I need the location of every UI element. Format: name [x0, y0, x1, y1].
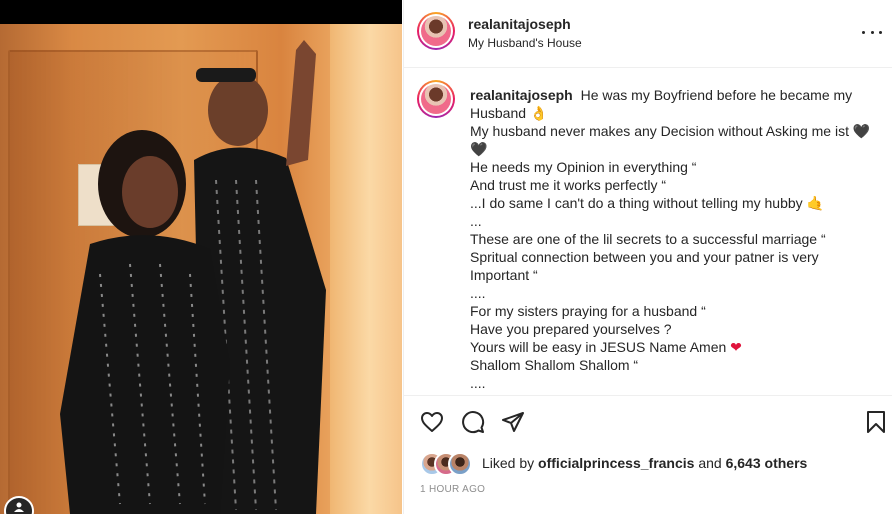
- caption-line: He needs my Opinion in everything “: [470, 159, 697, 175]
- black-heart-emoji-icon: 🖤: [470, 141, 488, 157]
- caption-line: Spritual connection between you and your…: [470, 249, 819, 283]
- post-actions-section: Liked by officialprincess_francis and 6,…: [404, 395, 892, 514]
- liked-by-user-link[interactable]: officialprincess_francis: [538, 455, 694, 471]
- post-details-panel: realanitajoseph My Husband's House reala…: [403, 0, 892, 514]
- bookmark-icon[interactable]: [865, 410, 887, 439]
- caption-username[interactable]: realanitajoseph: [470, 87, 573, 103]
- caption-line: ....: [470, 285, 486, 301]
- caption-line: ...I do same I can't do a thing without …: [470, 195, 824, 211]
- caption-line: For my sisters praying for a husband “: [470, 303, 706, 319]
- caption-line: My husband never makes any Decision with…: [470, 123, 871, 157]
- more-options-icon[interactable]: [862, 26, 882, 38]
- caption-line: Yours will be easy in JESUS Name Amen ❤: [470, 339, 742, 355]
- caption-line: ...: [470, 213, 482, 229]
- avatar: [448, 452, 472, 476]
- liker-avatars[interactable]: [420, 452, 476, 476]
- hand-emoji-icon: 🤙: [806, 195, 824, 211]
- post-media[interactable]: [0, 0, 402, 514]
- paper-plane-icon[interactable]: [501, 410, 525, 439]
- caption-line: And trust me it works perfectly “: [470, 177, 667, 193]
- caption-line: These are one of the lil secrets to a su…: [470, 231, 826, 247]
- instagram-post: realanitajoseph My Husband's House reala…: [0, 0, 892, 514]
- heart-outline-icon[interactable]: [420, 410, 444, 439]
- media-top-bar: [0, 0, 402, 24]
- likes-text: Liked by officialprincess_francis and 6,…: [482, 455, 808, 471]
- author-username[interactable]: realanitajoseph: [468, 16, 571, 32]
- comment-bubble-icon[interactable]: [461, 410, 485, 439]
- caption-author-avatar[interactable]: [417, 80, 455, 118]
- red-heart-emoji-icon: ❤: [730, 339, 742, 355]
- likes-count-link[interactable]: 6,643 others: [726, 455, 808, 471]
- author-avatar[interactable]: [417, 12, 455, 50]
- post-header: realanitajoseph My Husband's House: [404, 0, 892, 68]
- caption-section: realanitajoseph He was my Boyfriend befo…: [404, 68, 892, 394]
- caption-line: Shallom Shallom Shallom “: [470, 357, 639, 373]
- post-location[interactable]: My Husband's House: [468, 36, 582, 50]
- ok-hand-emoji-icon: 👌: [529, 105, 548, 121]
- caption-line: ....: [470, 375, 486, 391]
- post-caption: realanitajoseph He was my Boyfriend befo…: [470, 86, 875, 392]
- post-timestamp[interactable]: 1 HOUR AGO: [420, 484, 485, 495]
- likes-summary: Liked by officialprincess_francis and 6,…: [420, 452, 880, 476]
- author-avatar-image: [421, 16, 451, 46]
- caption-line: Have you prepared yourselves ?: [470, 321, 672, 337]
- photo-woman-figure: [60, 130, 230, 514]
- black-heart-emoji-icon: 🖤: [852, 123, 871, 139]
